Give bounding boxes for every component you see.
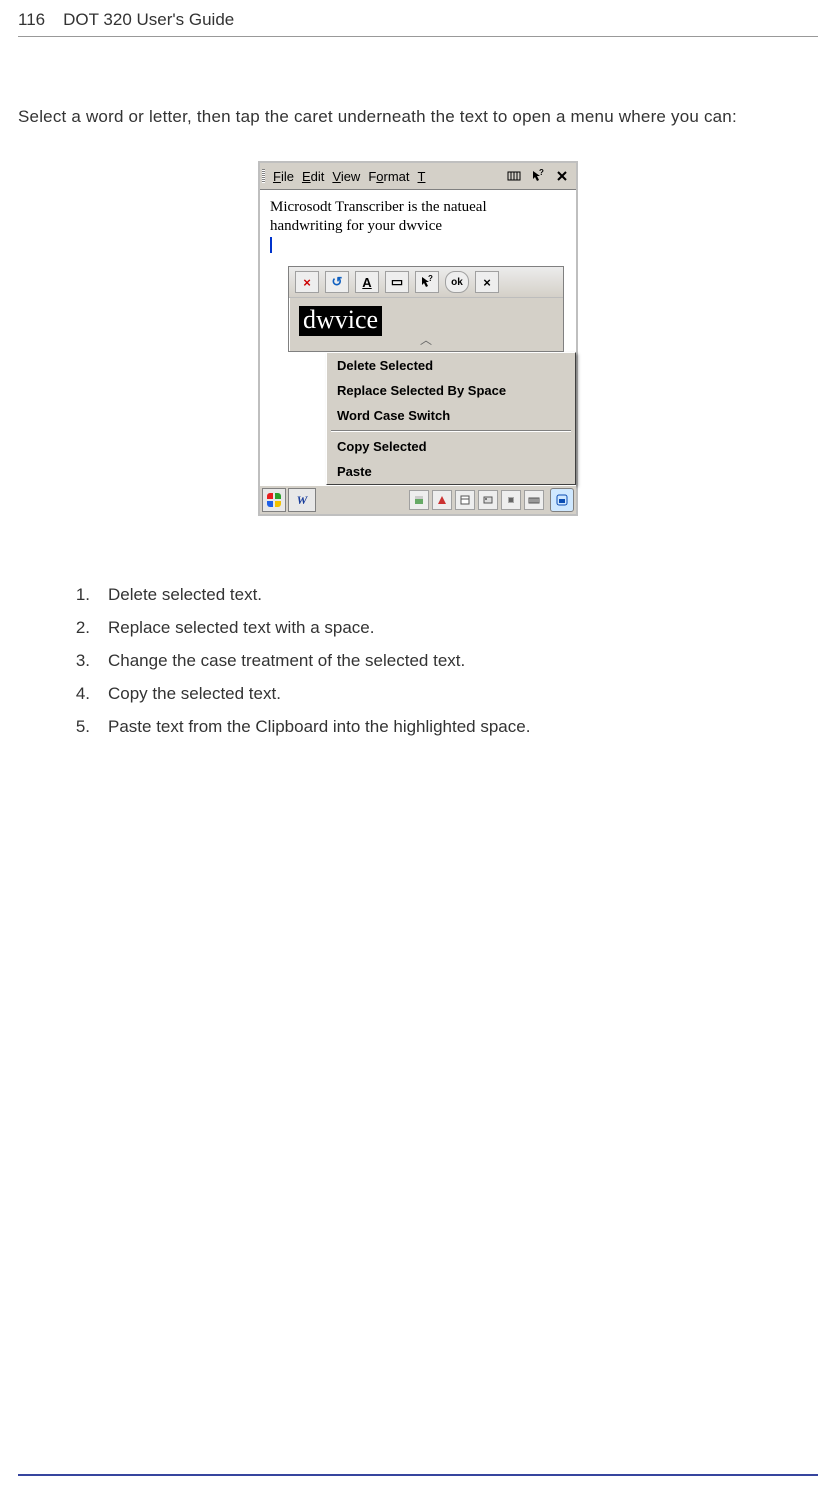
menu-view[interactable]: View <box>328 167 364 186</box>
document-area[interactable]: Microsodt Transcriber is the natueal han… <box>260 190 576 262</box>
selected-word-wrap: dwvice <box>299 306 563 335</box>
ctx-delete-selected[interactable]: Delete Selected <box>327 353 575 378</box>
transcriber-popup: × ↺ A ▭ ? ok × dwvice ︿ <box>288 266 564 352</box>
rect-button[interactable]: ▭ <box>385 271 409 293</box>
screenshot-frame: File Edit View Format T ? Microsodt Tran… <box>258 161 578 516</box>
doc-line-2: handwriting for your dwvice <box>270 217 566 236</box>
close-icon[interactable] <box>551 165 573 187</box>
tray-icons <box>409 490 546 510</box>
popup-toolbar: × ↺ A ▭ ? ok × <box>289 267 563 298</box>
svg-text:?: ? <box>539 169 544 177</box>
doc-line-1: Microsodt Transcriber is the natueal <box>270 198 566 217</box>
tray-icon-3[interactable] <box>455 490 475 510</box>
ctx-paste[interactable]: Paste <box>327 459 575 484</box>
caret-handle-icon[interactable]: ︿ <box>289 336 563 352</box>
show-desktop-button[interactable] <box>550 488 574 512</box>
ctx-word-case-switch[interactable]: Word Case Switch <box>327 403 575 428</box>
start-button[interactable] <box>262 488 286 512</box>
list-number: 2. <box>18 619 108 636</box>
page: 116 DOT 320 User's Guide Select a word o… <box>0 0 836 1500</box>
list-text: Change the case treatment of the selecte… <box>108 652 465 669</box>
list-number: 5. <box>18 718 108 735</box>
list-item: 4.Copy the selected text. <box>18 685 818 702</box>
list-number: 4. <box>18 685 108 702</box>
doc-title: DOT 320 User's Guide <box>63 10 234 30</box>
menu-file[interactable]: File <box>269 167 298 186</box>
app-menubar: File Edit View Format T ? <box>260 163 576 190</box>
text-caret <box>270 237 272 253</box>
grip-icon <box>262 169 265 183</box>
popup-x-button[interactable]: × <box>475 271 499 293</box>
menu-edit[interactable]: Edit <box>298 167 328 186</box>
page-header: 116 DOT 320 User's Guide <box>18 0 818 37</box>
page-number: 116 <box>18 10 45 30</box>
menu-format[interactable]: Format <box>364 167 413 186</box>
svg-text:?: ? <box>428 275 433 283</box>
list-text: Delete selected text. <box>108 586 262 603</box>
ok-button[interactable]: ok <box>445 271 469 293</box>
list-number: 1. <box>18 586 108 603</box>
list-text: Copy the selected text. <box>108 685 281 702</box>
tray-icon-2[interactable] <box>432 490 452 510</box>
undo-button[interactable]: ↺ <box>325 271 349 293</box>
tray-icon-6[interactable] <box>524 490 544 510</box>
footer-rule <box>18 1474 818 1476</box>
list-item: 3.Change the case treatment of the selec… <box>18 652 818 669</box>
list-item: 1.Delete selected text. <box>18 586 818 603</box>
list-text: Replace selected text with a space. <box>108 619 374 636</box>
selected-word[interactable]: dwvice <box>299 306 382 335</box>
ctx-copy-selected[interactable]: Copy Selected <box>327 434 575 459</box>
list-text: Paste text from the Clipboard into the h… <box>108 718 530 735</box>
list-item: 2.Replace selected text with a space. <box>18 619 818 636</box>
intro-paragraph: Select a word or letter, then tap the ca… <box>18 101 818 133</box>
popup-close-button[interactable]: × <box>295 271 319 293</box>
list-number: 3. <box>18 652 108 669</box>
font-button[interactable]: A <box>355 271 379 293</box>
ctx-divider <box>331 430 571 432</box>
ctx-replace-by-space[interactable]: Replace Selected By Space <box>327 378 575 403</box>
windows-flag-icon <box>267 493 281 507</box>
taskbar-app-word[interactable]: W <box>288 488 316 512</box>
tray-icon-4[interactable] <box>478 490 498 510</box>
tray-icon-5[interactable] <box>501 490 521 510</box>
help-pointer-icon[interactable]: ? <box>527 165 549 187</box>
context-menu: Delete Selected Replace Selected By Spac… <box>326 352 576 485</box>
numbered-list: 1.Delete selected text. 2.Replace select… <box>18 586 818 735</box>
help-button[interactable]: ? <box>415 271 439 293</box>
taskbar: W <box>260 485 576 514</box>
screenshot-figure: File Edit View Format T ? Microsodt Tran… <box>0 161 836 516</box>
menu-tools[interactable]: T <box>414 167 430 186</box>
tray-icon-1[interactable] <box>409 490 429 510</box>
input-panel-icon[interactable] <box>503 165 525 187</box>
list-item: 5.Paste text from the Clipboard into the… <box>18 718 818 735</box>
